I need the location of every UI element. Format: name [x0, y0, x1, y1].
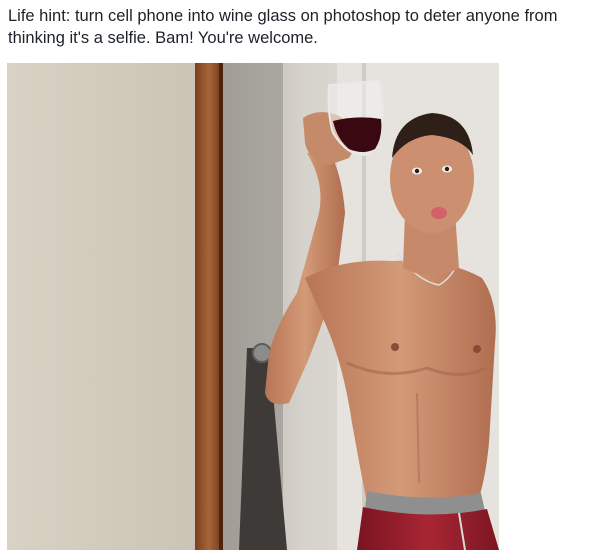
door-knob [252, 343, 272, 363]
post-photo[interactable] [7, 63, 499, 550]
wall-left [7, 63, 199, 550]
mirror-frame [195, 63, 223, 550]
post-caption: Life hint: turn cell phone into wine gla… [8, 7, 558, 47]
